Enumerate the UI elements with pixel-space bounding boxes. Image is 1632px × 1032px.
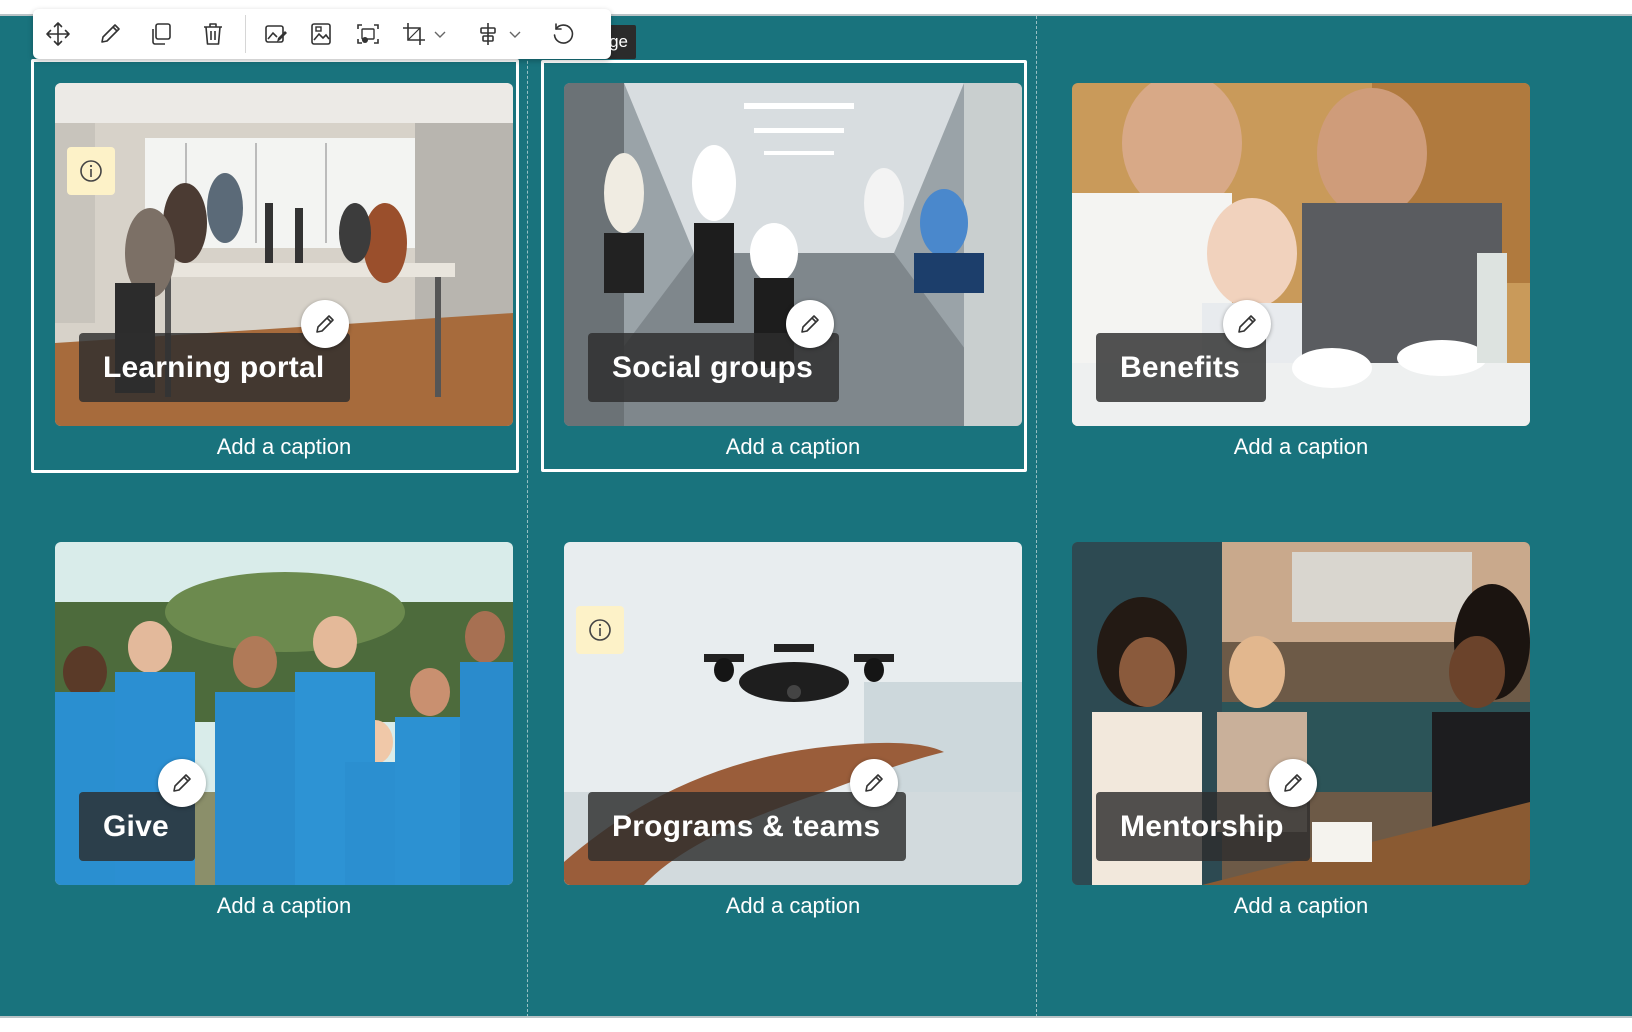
chevron-down-icon xyxy=(509,31,521,38)
tile-image-drone[interactable]: Programs & teams xyxy=(564,542,1022,885)
tile-title: Programs & teams xyxy=(612,809,881,843)
toolbar-separator xyxy=(245,15,246,53)
info-button[interactable] xyxy=(67,147,115,195)
tile-caption[interactable]: Add a caption xyxy=(55,434,513,460)
reset-icon xyxy=(553,23,574,44)
tile-title: Benefits xyxy=(1120,350,1240,384)
gallery-tile[interactable]: Benefits Add a caption xyxy=(1072,83,1530,459)
pencil-icon xyxy=(1284,774,1302,792)
webpart-toolbar xyxy=(33,9,611,59)
edit-image-button[interactable] xyxy=(261,19,291,49)
tile-title: Learning portal xyxy=(103,350,325,384)
tile-title-box: Mentorship xyxy=(1096,792,1310,861)
tile-caption[interactable]: Add a caption xyxy=(564,893,1022,919)
edit-title-button[interactable] xyxy=(301,300,349,348)
change-image-icon xyxy=(311,23,331,45)
align-icon xyxy=(480,23,496,45)
delete-button[interactable] xyxy=(198,19,228,49)
align-button[interactable] xyxy=(473,19,503,49)
tile-title-box: Programs & teams xyxy=(588,792,907,861)
image-focus-icon xyxy=(357,24,379,44)
move-icon xyxy=(46,22,70,46)
gallery-tile[interactable]: Mentorship Add a caption xyxy=(1072,542,1530,918)
gallery-tile[interactable]: Social groups Add a caption xyxy=(564,83,1022,459)
tile-title: Mentorship xyxy=(1120,809,1284,843)
tile-image-volunteers[interactable]: Give xyxy=(55,542,513,885)
edit-title-button[interactable] xyxy=(158,759,206,807)
edit-webpart-button[interactable] xyxy=(95,19,125,49)
crop-button[interactable] xyxy=(399,19,429,49)
tile-title-box: Learning portal xyxy=(79,333,351,402)
tile-caption[interactable]: Add a caption xyxy=(1072,434,1530,460)
pencil-icon xyxy=(801,315,819,333)
column-divider xyxy=(527,16,528,1032)
tile-image-jumping[interactable]: Social groups xyxy=(564,83,1022,426)
edit-icon xyxy=(101,24,120,43)
delete-icon xyxy=(204,23,222,45)
crop-options-dropdown[interactable] xyxy=(431,19,449,49)
pencil-icon xyxy=(316,315,334,333)
reset-button[interactable] xyxy=(548,19,578,49)
gallery-tile[interactable]: Give Add a caption xyxy=(55,542,513,918)
column-divider xyxy=(1036,16,1037,1032)
edit-title-button[interactable] xyxy=(1223,300,1271,348)
tooltip-text: ge xyxy=(609,32,628,51)
tile-image-office[interactable]: Learning portal xyxy=(55,83,513,426)
pencil-icon xyxy=(1238,315,1256,333)
align-options-dropdown[interactable] xyxy=(506,19,524,49)
duplicate-button[interactable] xyxy=(146,19,176,49)
gallery-tile[interactable]: Learning portal Add a caption xyxy=(55,83,513,459)
edit-title-button[interactable] xyxy=(786,300,834,348)
crop-icon xyxy=(403,23,425,45)
duplicate-icon xyxy=(152,23,171,45)
change-image-button[interactable] xyxy=(306,19,336,49)
image-focus-button[interactable] xyxy=(353,19,383,49)
pencil-icon xyxy=(173,774,191,792)
image-gallery-section: Learning portal Add a caption Social gro… xyxy=(0,16,1632,1032)
info-icon xyxy=(80,160,102,182)
edit-title-button[interactable] xyxy=(850,759,898,807)
gallery-tile[interactable]: Programs & teams Add a caption xyxy=(564,542,1022,918)
chevron-down-icon xyxy=(434,31,446,38)
tile-title: Social groups xyxy=(612,350,813,384)
tile-image-mentorship[interactable]: Mentorship xyxy=(1072,542,1530,885)
tile-title: Give xyxy=(103,809,169,843)
pencil-icon xyxy=(865,774,883,792)
tile-caption[interactable]: Add a caption xyxy=(1072,893,1530,919)
info-button[interactable] xyxy=(576,606,624,654)
edit-title-button[interactable] xyxy=(1269,759,1317,807)
tile-caption[interactable]: Add a caption xyxy=(564,434,1022,460)
edit-image-icon xyxy=(265,25,287,43)
tile-image-family[interactable]: Benefits xyxy=(1072,83,1530,426)
tile-caption[interactable]: Add a caption xyxy=(55,893,513,919)
move-button[interactable] xyxy=(43,19,73,49)
info-icon xyxy=(589,619,611,641)
